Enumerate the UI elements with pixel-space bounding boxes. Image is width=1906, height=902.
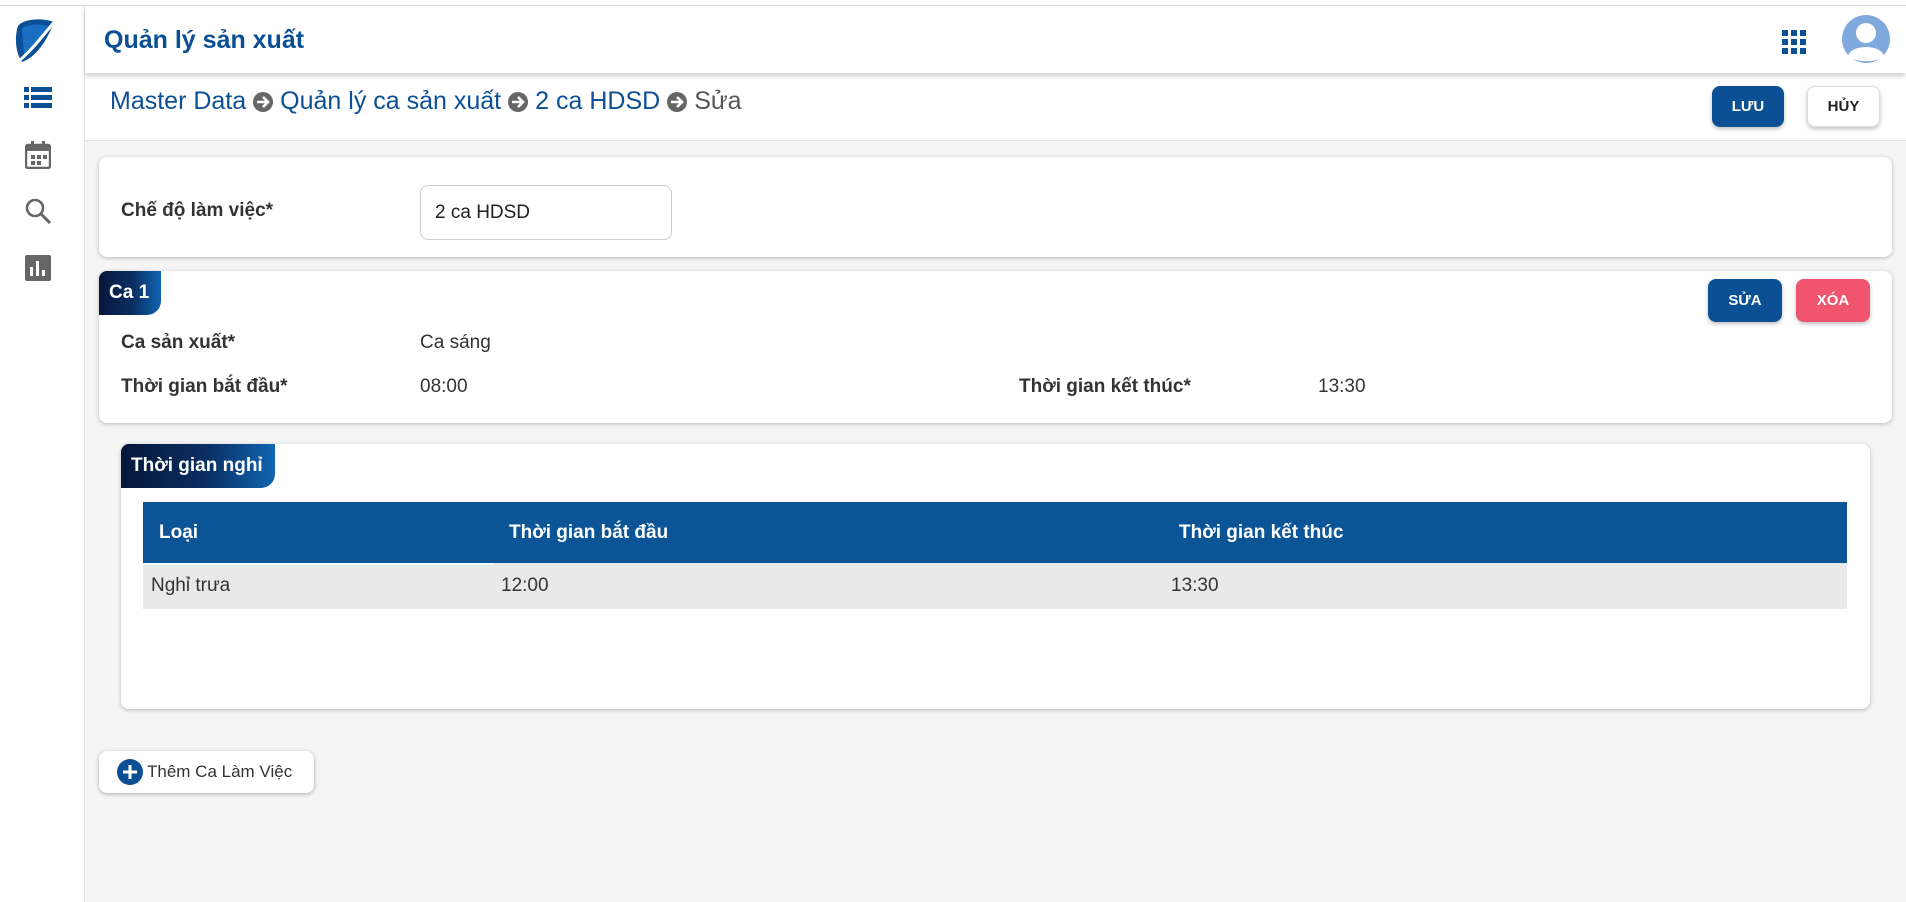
edit-shift-button[interactable]: SỬA [1708,279,1782,322]
save-button[interactable]: LƯU [1712,86,1784,127]
cell-type: Nghỉ trưa [151,575,231,596]
break-time-card: Thời gian nghỉ Loại Thời gian bắt đầu Th… [121,444,1870,709]
work-mode-input[interactable] [420,185,672,240]
breadcrumb: Master Data Quản lý ca sản xuất 2 ca HDS… [110,87,742,116]
arrow-circle-right-icon [507,91,529,113]
sidebar-item-calendar[interactable] [23,140,53,174]
sidebar-item-list[interactable] [23,85,53,115]
list-icon [24,86,52,114]
brand-logo[interactable] [14,16,58,66]
break-time-tag: Thời gian nghỉ [121,444,275,488]
cell-start: 12:00 [501,575,549,596]
break-time-table: Loại Thời gian bắt đầu Thời gian kết thú… [143,502,1847,609]
calendar-icon [24,140,52,174]
grid-apps-icon[interactable] [1782,30,1806,54]
plus-circle-icon [117,759,143,785]
sidebar [0,6,85,902]
breadcrumb-bar: Master Data Quản lý ca sản xuất 2 ca HDS… [85,73,1906,141]
user-avatar-icon[interactable] [1841,14,1891,64]
column-header-end: Thời gian kết thúc [1179,521,1344,543]
sidebar-item-search[interactable] [23,198,53,228]
column-header-start: Thời gian bắt đầu [509,521,669,543]
shift-card: Ca 1 SỬA XÓA Ca sản xuất* Ca sáng Thời g… [99,271,1892,423]
table-row[interactable]: Nghỉ trưa 12:00 13:30 [143,563,1847,609]
column-header-type: Loại [159,521,199,543]
main-content: Master Data Quản lý ca sản xuất 2 ca HDS… [85,73,1906,902]
breadcrumb-master-data[interactable]: Master Data [110,87,246,116]
app-header: Quản lý sản xuất [85,6,1906,73]
sort-indicator [143,563,493,565]
arrow-circle-right-icon [666,91,688,113]
cell-end: 13:30 [1171,575,1219,596]
breadcrumb-current: Sửa [694,87,742,115]
sidebar-item-reports[interactable] [23,254,53,286]
end-time-label: Thời gian kết thúc* [1019,376,1191,397]
bar-chart-icon [25,254,51,286]
production-shift-label: Ca sản xuất* [121,332,236,353]
add-shift-button[interactable]: Thêm Ca Làm Việc [99,751,314,793]
cancel-button[interactable]: HỦY [1807,86,1880,127]
app-title: Quản lý sản xuất [104,26,305,54]
work-mode-card: Chế độ làm việc* [99,157,1892,257]
arrow-circle-right-icon [252,91,274,113]
shift-tag: Ca 1 [99,271,162,315]
table-header: Loại Thời gian bắt đầu Thời gian kết thú… [143,502,1847,563]
work-mode-label: Chế độ làm việc* [121,200,274,221]
breadcrumb-shift-management[interactable]: Quản lý ca sản xuất [280,87,501,116]
end-time-value: 13:30 [1318,376,1366,397]
production-shift-value: Ca sáng [420,332,491,353]
start-time-value: 08:00 [420,376,468,397]
delete-shift-button[interactable]: XÓA [1796,279,1870,322]
search-icon [25,198,52,229]
add-shift-label: Thêm Ca Làm Việc [147,762,293,781]
breadcrumb-work-mode[interactable]: 2 ca HDSD [535,87,660,116]
start-time-label: Thời gian bắt đầu* [121,376,288,397]
